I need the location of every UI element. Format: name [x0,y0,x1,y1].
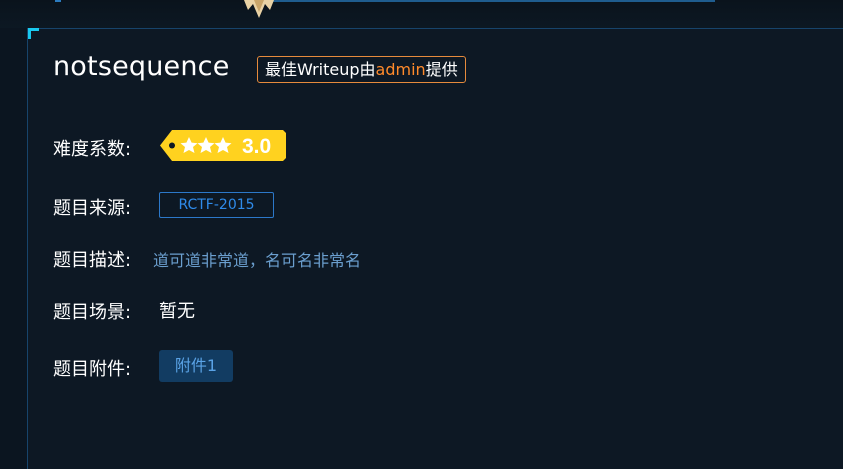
attachment-label: 题目附件: [53,359,132,380]
description-label: 题目描述: [53,250,132,271]
writeup-prefix: 最佳Writeup由 [265,60,376,79]
difficulty-rating-tag: 3.0 [160,130,286,161]
source-label: 题目来源: [53,198,132,219]
difficulty-label: 难度系数: [53,139,132,160]
top-strip [0,0,843,28]
top-left-accent [55,0,61,2]
top-divider-line [270,0,715,2]
writeup-author-link[interactable]: admin [376,60,426,79]
medal-icon [244,0,274,18]
scene-label: 题目场景: [53,302,132,323]
attachment-download-button[interactable]: 附件1 [159,350,233,382]
panel-corner-accent [28,28,39,39]
challenge-panel [27,28,843,469]
writeup-suffix: 提供 [425,60,458,79]
description-text: 道可道非常道，名可名非常名 [153,251,362,270]
challenge-title: notsequence [53,51,230,82]
best-writeup-badge[interactable]: 最佳Writeup由admin提供 [257,56,466,83]
scene-value: 暂无 [159,301,195,322]
difficulty-value: 3.0 [242,135,271,158]
source-tag[interactable]: RCTF-2015 [159,192,274,218]
